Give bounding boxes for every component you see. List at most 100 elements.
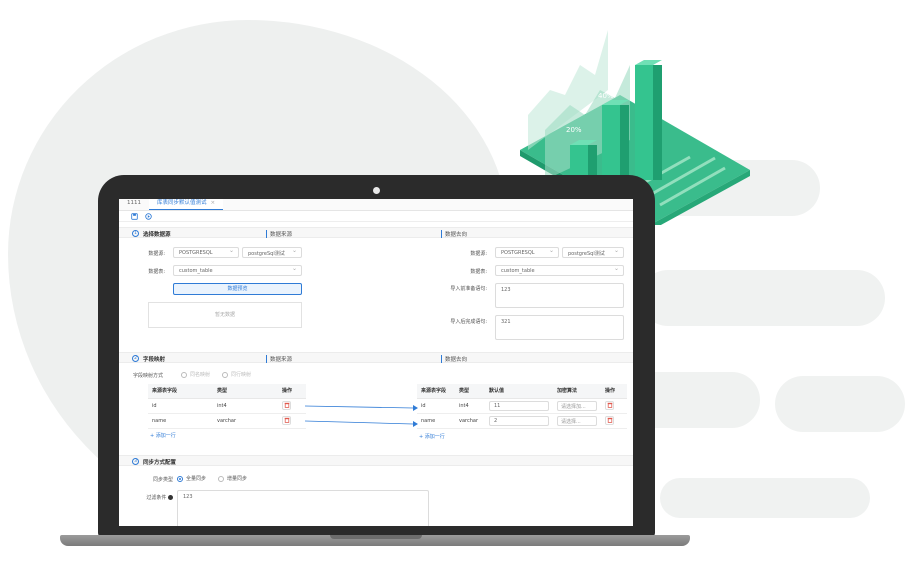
- column-header: 类型: [455, 384, 485, 399]
- encryption-select[interactable]: 请选择...: [557, 415, 597, 426]
- tab-bar: 1111 库表同步默认值测试 ×: [119, 199, 633, 211]
- run-icon[interactable]: [145, 212, 152, 220]
- background-stripe: [660, 478, 870, 518]
- column-header: 操作: [278, 384, 306, 399]
- source-heading: 数据来源: [266, 355, 292, 363]
- toolbar: [119, 211, 633, 222]
- select-value: postgreSql测试: [568, 251, 605, 257]
- table-label: 数据表:: [148, 269, 165, 275]
- preview-button[interactable]: 数据预览: [173, 283, 302, 295]
- select-value: postgreSql测试: [248, 251, 285, 257]
- app-screen: 1111 库表同步默认值测试 × 1 选择数据源 数据来源 数据去向 数据源: P…: [119, 199, 633, 526]
- mapping-connector-lines: [305, 405, 418, 427]
- type-cell: varchar: [213, 413, 278, 429]
- source-heading: 数据来源: [266, 230, 292, 238]
- post-sql-textarea[interactable]: 321: [495, 315, 624, 340]
- background-stripe: [775, 376, 905, 432]
- default-value-input[interactable]: 2: [489, 415, 549, 426]
- radio-dot: [218, 475, 224, 482]
- select-value: POSTGRESQL: [501, 250, 535, 256]
- target-heading: 数据去向: [441, 230, 467, 238]
- delete-icon[interactable]: [605, 415, 614, 425]
- field-cell: name: [417, 413, 455, 429]
- target-field-table: 来源表字段 类型 默认值 加密算法 操作 id int4 11 请选择加... …: [417, 384, 627, 429]
- db-type-select[interactable]: POSTGRESQL: [173, 247, 239, 258]
- datasource-label: 数据源:: [470, 251, 487, 257]
- chart-percent-label: 20%: [566, 126, 582, 134]
- add-row-button[interactable]: + 添加一行: [150, 432, 176, 439]
- target-datasource-select[interactable]: postgreSql测试: [562, 247, 624, 258]
- select-value: POSTGRESQL: [179, 250, 213, 256]
- target-heading: 数据去向: [441, 355, 467, 363]
- step-number: 1: [132, 230, 139, 237]
- delete-icon[interactable]: [282, 400, 291, 410]
- column-header: 操作: [601, 384, 627, 399]
- table-row: id int4: [148, 398, 306, 414]
- chart-percent-label: 40%: [598, 92, 614, 100]
- step-number: 3: [132, 458, 139, 465]
- tab-label: 1111: [127, 200, 141, 206]
- radio-label: 全量同步: [186, 476, 207, 482]
- pre-sql-textarea[interactable]: 123: [495, 283, 624, 308]
- table-header-row: 来源表字段 类型 操作: [148, 384, 306, 399]
- default-value-input[interactable]: 11: [489, 400, 549, 411]
- radio-label: 增量同步: [227, 476, 248, 482]
- background-stripe: [640, 270, 885, 326]
- tab-1111[interactable]: 1111: [119, 199, 149, 210]
- select-value: custom_table: [501, 268, 535, 274]
- table-row: name varchar 2 请选择...: [417, 413, 627, 429]
- section-title: 同步方式配置: [143, 460, 177, 466]
- type-cell: int4: [213, 398, 278, 414]
- mapping-mode-same-name[interactable]: 同名映射: [181, 371, 210, 378]
- table-label: 数据表:: [470, 269, 487, 275]
- table-row: id int4 11 请选择加...: [417, 398, 627, 414]
- encryption-select[interactable]: 请选择加...: [557, 400, 597, 411]
- table-select[interactable]: custom_table: [173, 265, 302, 276]
- hero-illustration: 40% 20% 1111 库表同步默认值测试 × 1 选择数据源 数据来源 数据去…: [0, 0, 905, 562]
- column-header: 默认值: [485, 384, 553, 399]
- section-sync-config: 3 同步方式配置: [119, 455, 633, 466]
- sync-type-label: 同步类型: [152, 477, 173, 483]
- chart-bar: [635, 65, 653, 180]
- mapping-mode-same-row[interactable]: 同行映射: [222, 371, 251, 378]
- source-field-table: 来源表字段 类型 操作 id int4 name varchar: [148, 384, 306, 429]
- column-header: 来源表字段: [417, 384, 455, 399]
- post-sql-label: 导入后完成语句:: [450, 319, 487, 325]
- datasource-label: 数据源:: [148, 251, 165, 257]
- sync-incremental-option[interactable]: 增量同步: [218, 475, 247, 482]
- radio-dot: [177, 475, 183, 482]
- column-header: 加密算法: [553, 384, 601, 399]
- field-cell: id: [417, 398, 455, 414]
- radio-label: 同行映射: [231, 372, 252, 378]
- pre-sql-label: 导入前准备语句:: [450, 286, 487, 292]
- delete-icon[interactable]: [605, 400, 614, 410]
- column-header: 类型: [213, 384, 278, 399]
- datasource-select[interactable]: postgreSql测试: [242, 247, 302, 258]
- preview-empty: 暂无数据: [148, 302, 302, 328]
- column-header: 来源表字段: [148, 384, 213, 399]
- save-icon[interactable]: [131, 212, 138, 220]
- section-select-datasource: 1 选择数据源 数据来源 数据去向: [119, 227, 633, 238]
- filter-textarea[interactable]: 123: [177, 490, 429, 526]
- target-table-select[interactable]: custom_table: [495, 265, 624, 276]
- delete-icon[interactable]: [282, 415, 291, 425]
- field-cell: name: [148, 413, 213, 429]
- filter-label-text: 过滤条件: [146, 495, 167, 501]
- tab-sync-test[interactable]: 库表同步默认值测试 ×: [149, 199, 224, 210]
- add-row-button[interactable]: + 添加一行: [419, 433, 445, 440]
- help-icon[interactable]: [168, 495, 173, 500]
- target-db-type-select[interactable]: POSTGRESQL: [495, 247, 559, 258]
- section-field-mapping: 2 字段映射 数据来源 数据去向: [119, 352, 633, 363]
- laptop-notch: [330, 535, 422, 539]
- filter-label: 过滤条件: [133, 494, 173, 501]
- close-icon[interactable]: ×: [211, 200, 216, 206]
- table-row: name varchar: [148, 413, 306, 429]
- table-header-row: 来源表字段 类型 默认值 加密算法 操作: [417, 384, 627, 399]
- tab-label: 库表同步默认值测试: [157, 200, 207, 206]
- radio-dot: [181, 371, 187, 378]
- step-number: 2: [132, 355, 139, 362]
- sync-full-option[interactable]: 全量同步: [177, 475, 206, 482]
- section-title: 字段映射: [143, 357, 166, 363]
- type-cell: varchar: [455, 413, 485, 429]
- radio-label: 同名映射: [190, 372, 211, 378]
